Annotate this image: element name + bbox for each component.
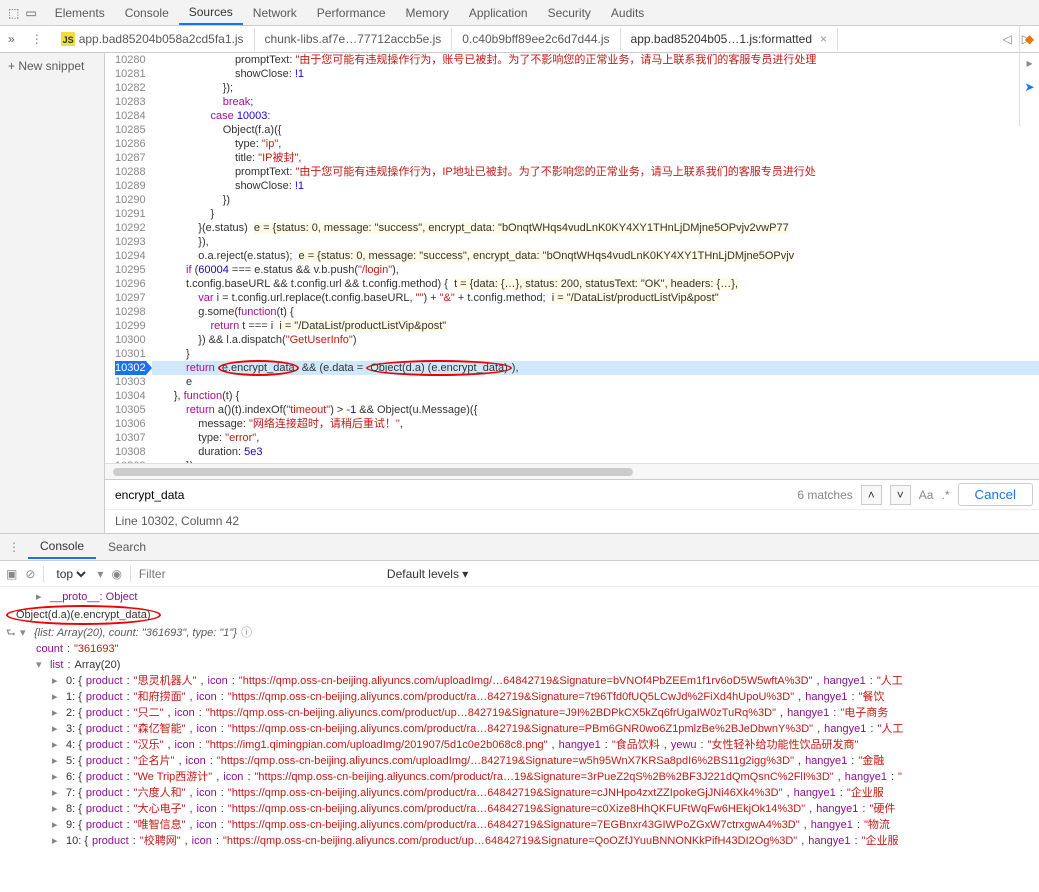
file-tab-0[interactable]: JSapp.bad85204b058a2cd5fa1.js: [51, 28, 255, 50]
list-item[interactable]: ▸7: {product: "六度人和", icon: "https://qmp…: [6, 785, 1033, 801]
chevron-double-icon[interactable]: »: [0, 32, 23, 46]
close-icon[interactable]: ×: [820, 32, 827, 46]
console-toolbar: ▣ ⊘ top ▾ ◉ Default levels ▾: [0, 561, 1039, 587]
filter-input[interactable]: [139, 567, 379, 581]
tab-elements[interactable]: Elements: [45, 2, 115, 24]
tab-performance[interactable]: Performance: [307, 2, 396, 24]
list-item[interactable]: ▸6: {product: "We Trip西游计", icon: "https…: [6, 769, 1033, 785]
search-next-button[interactable]: ˅: [890, 485, 911, 505]
tab-audits[interactable]: Audits: [601, 2, 654, 24]
status-line: Line 10302, Column 42: [105, 509, 1039, 533]
drawer-tab-search[interactable]: Search: [96, 536, 158, 558]
tab-network[interactable]: Network: [243, 2, 307, 24]
levels-dropdown[interactable]: Default levels ▾: [387, 567, 468, 581]
inspect-icon[interactable]: ⬚: [8, 6, 19, 20]
device-toggle-icon[interactable]: ▭: [25, 6, 36, 20]
drawer-more-icon[interactable]: ⋮: [0, 540, 28, 554]
regex-toggle[interactable]: .*: [941, 488, 949, 502]
proto-line: __proto__: Object: [50, 589, 137, 605]
search-input[interactable]: [111, 484, 789, 506]
left-panel: + New snippet: [0, 53, 105, 533]
file-tab-2[interactable]: 0.c40b9bff89ee2c6d7d44.js: [452, 28, 620, 50]
new-snippet-button[interactable]: + New snippet: [0, 53, 104, 79]
list-item[interactable]: ▸4: {product: "汉乐", icon: "https://img1.…: [6, 737, 1033, 753]
tab-application[interactable]: Application: [459, 2, 538, 24]
tab-memory[interactable]: Memory: [396, 2, 459, 24]
tab-sources[interactable]: Sources: [179, 1, 243, 25]
tab-security[interactable]: Security: [538, 2, 601, 24]
warning-icon[interactable]: ◆: [1025, 32, 1034, 46]
devtools-tabbar: ⬚ ▭ Elements Console Sources Network Per…: [0, 0, 1039, 26]
console-input-expr: Object(d.a)(e.encrypt_data): [6, 605, 161, 625]
list-item[interactable]: ▸2: {product: "只二", icon: "https://qmp.o…: [6, 705, 1033, 721]
list-item[interactable]: ▸5: {product: "企名片", icon: "https://qmp.…: [6, 753, 1033, 769]
nav-left-icon[interactable]: ◁: [999, 30, 1016, 48]
file-tab-1[interactable]: chunk-libs.af7e…77712accb5e.js: [255, 28, 453, 50]
console-output[interactable]: ▸__proto__: Object Object(d.a)(e.encrypt…: [0, 587, 1039, 851]
file-tab-bar: » ⋮ JSapp.bad85204b058a2cd5fa1.js chunk-…: [0, 26, 1039, 53]
tab-console[interactable]: Console: [115, 2, 179, 24]
context-selector[interactable]: top: [52, 566, 89, 582]
line-gutter: 1028010281102821028310284102851028610287…: [105, 53, 152, 463]
match-case-toggle[interactable]: Aa: [919, 488, 934, 502]
collapse-icon[interactable]: ▸: [1026, 56, 1032, 70]
code-editor[interactable]: 1028010281102821028310284102851028610287…: [105, 53, 1039, 463]
list-item[interactable]: ▸8: {product: "大心电子", icon: "https://qmp…: [6, 801, 1033, 817]
search-prev-button[interactable]: ˄: [861, 485, 882, 505]
code-lines[interactable]: promptText: "由于您可能有违规操作行为，账号已被封。为了不影响您的正…: [152, 53, 1039, 463]
right-icon-strip: ◆ ▸ ➤: [1019, 26, 1039, 126]
file-tab-3[interactable]: app.bad85204b05…1.js:formatted×: [621, 28, 838, 50]
list-item[interactable]: ▸1: {product: "和府捞面", icon: "https://qmp…: [6, 689, 1033, 705]
drawer-tabs: ⋮ Console Search: [0, 533, 1039, 561]
live-expression-icon[interactable]: ◉: [111, 567, 121, 581]
list-item[interactable]: ▸9: {product: "唯智信息", icon: "https://qmp…: [6, 817, 1033, 833]
horizontal-scrollbar[interactable]: [105, 463, 1039, 479]
drawer-tab-console[interactable]: Console: [28, 535, 96, 559]
search-bar: 6 matches ˄ ˅ Aa .* Cancel: [105, 479, 1039, 509]
cancel-button[interactable]: Cancel: [958, 483, 1034, 506]
list-item[interactable]: ▸0: {product: "思灵机器人", icon: "https://qm…: [6, 673, 1033, 689]
list-item[interactable]: ▸10: {product: "校聘网", icon: "https://qmp…: [6, 833, 1033, 849]
list-item[interactable]: ▸3: {product: "森亿智能", icon: "https://qmp…: [6, 721, 1033, 737]
breakpoint-icon[interactable]: ➤: [1024, 80, 1034, 94]
sidebar-toggle-icon[interactable]: ▣: [6, 567, 17, 581]
clear-console-icon[interactable]: ⊘: [25, 567, 35, 581]
search-match-count: 6 matches: [797, 488, 852, 502]
js-file-icon: JS: [61, 32, 75, 46]
result-header: {list: Array(20), count: "361693", type:…: [34, 625, 237, 641]
more-icon[interactable]: ⋮: [23, 32, 51, 46]
